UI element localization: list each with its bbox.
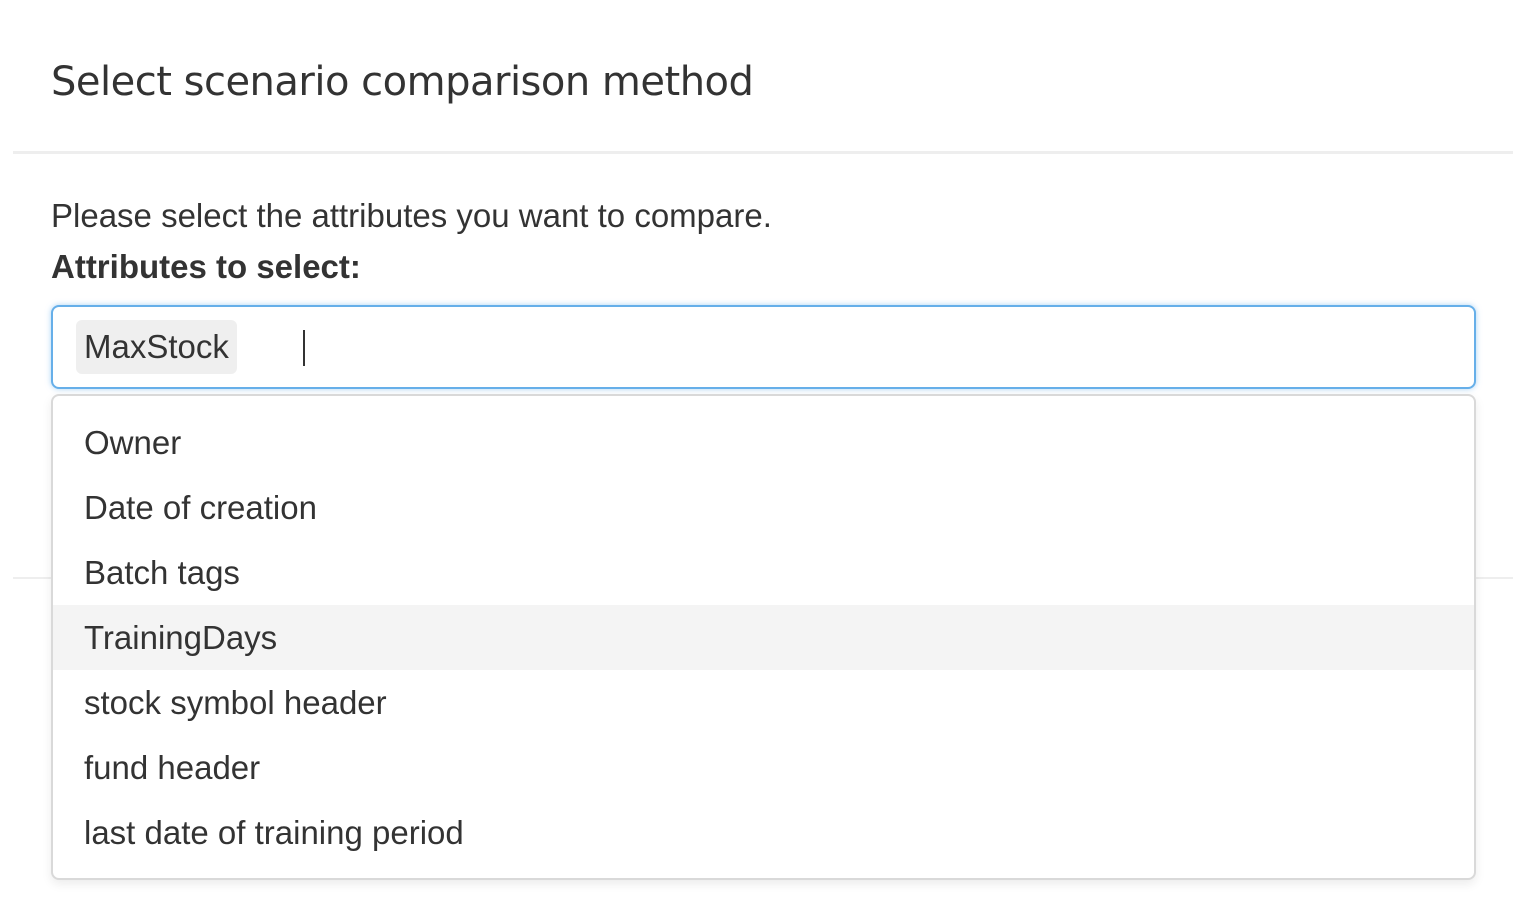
- modal-header: Select scenario comparison method: [0, 0, 1524, 154]
- option-training-days[interactable]: TrainingDays: [53, 605, 1474, 670]
- option-owner[interactable]: Owner: [53, 410, 1474, 475]
- instruction-text: Please select the attributes you want to…: [51, 197, 772, 234]
- text-caret: [303, 330, 305, 366]
- option-batch-tags[interactable]: Batch tags: [53, 540, 1474, 605]
- modal-title: Select scenario comparison method: [51, 59, 754, 105]
- comparison-modal: Select scenario comparison method Please…: [0, 0, 1524, 897]
- options-list: Owner Date of creation Batch tags Traini…: [53, 410, 1474, 865]
- option-date-of-creation[interactable]: Date of creation: [53, 475, 1474, 540]
- option-fund-header[interactable]: fund header: [53, 735, 1474, 800]
- selected-attribute-chip[interactable]: MaxStock: [76, 320, 237, 374]
- attributes-label: Attributes to select:: [51, 248, 361, 285]
- attribute-options-dropdown: Owner Date of creation Batch tags Traini…: [51, 394, 1476, 880]
- option-last-date-of-training-period[interactable]: last date of training period: [53, 800, 1474, 865]
- attributes-multiselect[interactable]: MaxStock: [51, 305, 1476, 389]
- attribute-search-input[interactable]: [251, 325, 851, 369]
- option-stock-symbol-header[interactable]: stock symbol header: [53, 670, 1474, 735]
- header-divider: [13, 151, 1513, 154]
